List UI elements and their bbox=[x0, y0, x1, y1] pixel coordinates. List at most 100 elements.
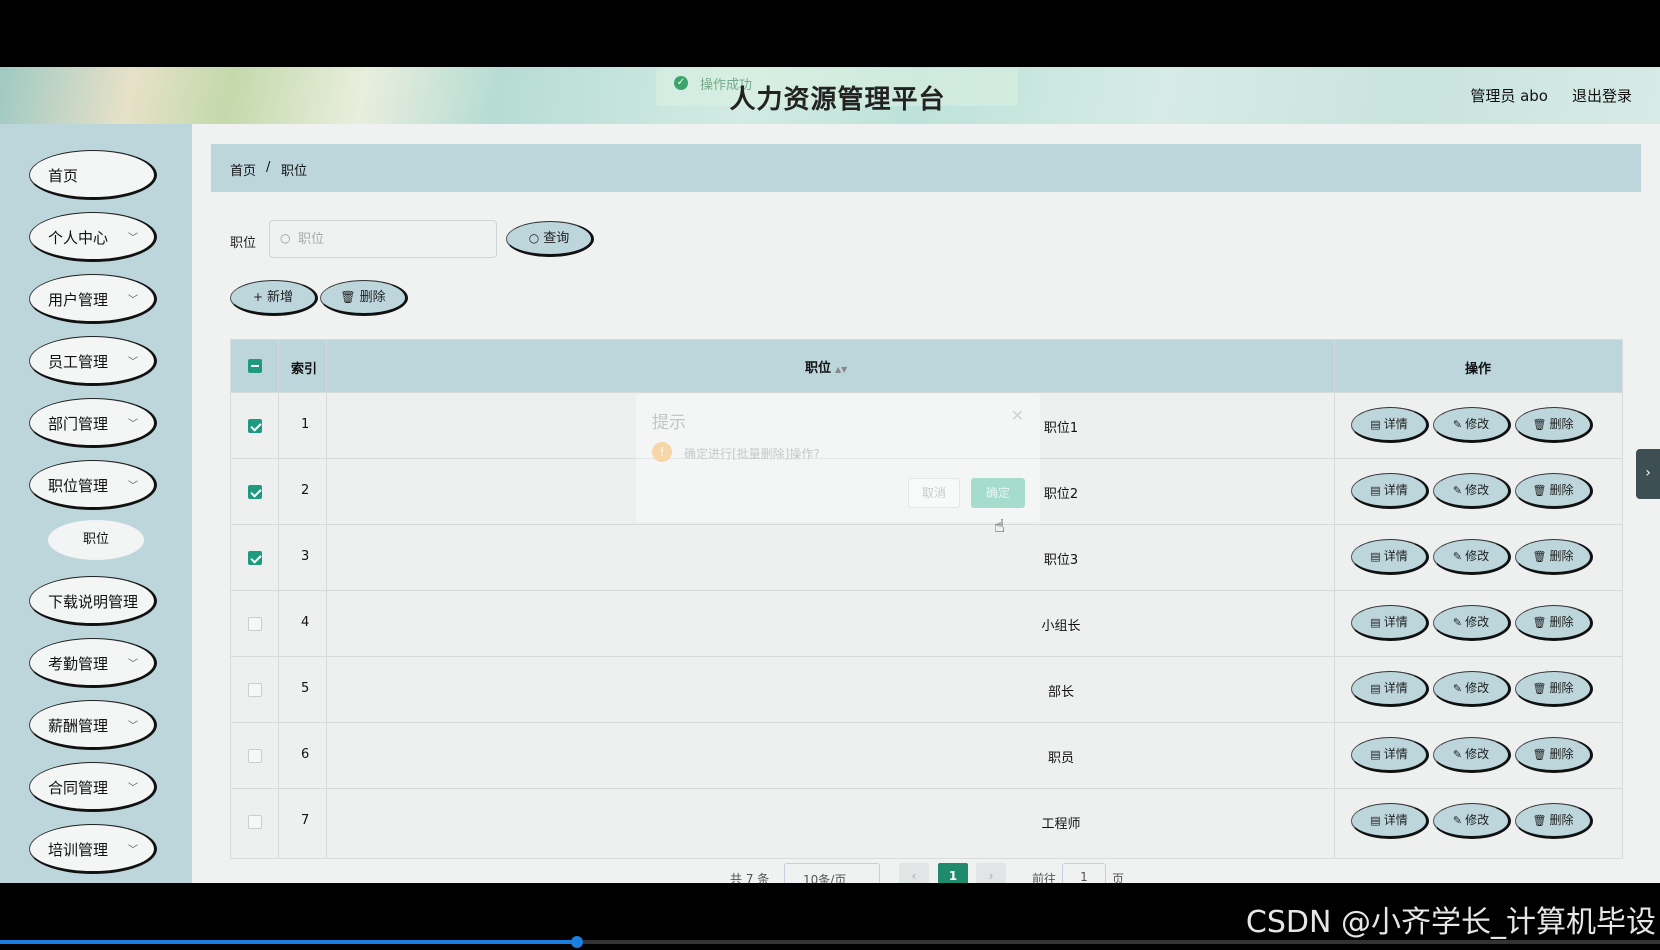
sidebar-subitem-position[interactable]: 职位 bbox=[48, 520, 144, 560]
row-index: 6 bbox=[301, 747, 310, 762]
chevron-down-icon: ﹀ bbox=[128, 419, 138, 430]
page-size-select[interactable]: 10条/页 bbox=[784, 863, 880, 883]
edit-button[interactable]: ✎ 修改 bbox=[1433, 737, 1511, 773]
select-all-checkbox[interactable] bbox=[248, 359, 262, 373]
delete-button[interactable]: 🗑 删除 bbox=[1515, 671, 1593, 707]
detail-button[interactable]: ▤ 详情 bbox=[1351, 407, 1429, 443]
sidebar-item-positions[interactable]: 职位管理 ﹀ bbox=[29, 460, 157, 510]
detail-label: 详情 bbox=[1383, 549, 1408, 563]
goto-label: 前往 bbox=[1032, 872, 1057, 883]
goto-page-input[interactable]: 1 bbox=[1062, 863, 1106, 883]
confirm-dialog: 提示 ✕ ! 确定进行[批量删除]操作? 取消 确定 bbox=[636, 394, 1040, 522]
sidebar-item-label: 培训管理 bbox=[48, 841, 109, 859]
sidebar-item-label: 用户管理 bbox=[48, 291, 109, 309]
detail-label: 详情 bbox=[1383, 615, 1408, 629]
edit-button[interactable]: ✎ 修改 bbox=[1433, 671, 1511, 707]
delete-button[interactable]: 🗑 删除 bbox=[1515, 737, 1593, 773]
header-position[interactable]: 职位 ▲▼ bbox=[805, 357, 847, 376]
chevron-down-icon: ﹀ bbox=[128, 721, 138, 732]
trash-icon: 🗑 bbox=[1532, 814, 1547, 827]
video-progress-knob[interactable] bbox=[571, 936, 583, 948]
close-icon[interactable]: ✕ bbox=[1011, 406, 1024, 425]
delete-label: 删除 bbox=[1549, 483, 1574, 497]
detail-button[interactable]: ▤ 详情 bbox=[1351, 539, 1429, 575]
header-index: 索引 bbox=[291, 362, 318, 377]
dialog-confirm-button[interactable]: 确定 bbox=[971, 478, 1025, 508]
sidebar-item-attendance[interactable]: 考勤管理 ﹀ bbox=[29, 638, 157, 688]
sidebar-item-departments[interactable]: 部门管理 ﹀ bbox=[29, 398, 157, 448]
row-checkbox[interactable] bbox=[248, 683, 262, 697]
delete-button[interactable]: 🗑 删除 bbox=[1515, 803, 1593, 839]
delete-label: 删除 bbox=[1549, 813, 1574, 827]
sort-icon[interactable]: ▲▼ bbox=[835, 365, 847, 374]
prev-page-button[interactable]: ‹ bbox=[899, 863, 929, 883]
breadcrumb-separator: / bbox=[266, 160, 271, 175]
edit-label: 修改 bbox=[1465, 681, 1490, 695]
query-button[interactable]: ○ 查询 bbox=[506, 221, 594, 257]
delete-button[interactable]: 🗑 删除 bbox=[1515, 473, 1593, 509]
table-row: 5 部长 ▤ 详情 ✎ 修改 🗑 删除 bbox=[231, 656, 1622, 722]
trash-icon: 🗑 bbox=[1532, 682, 1547, 695]
video-bottom-bar: CSDN @小齐学长_计算机毕设 bbox=[0, 883, 1660, 950]
delete-button[interactable]: 🗑 删除 bbox=[1515, 407, 1593, 443]
edit-button[interactable]: ✎ 修改 bbox=[1433, 473, 1511, 509]
detail-label: 详情 bbox=[1383, 681, 1408, 695]
add-button[interactable]: + 新增 bbox=[230, 280, 318, 316]
sidebar-item-downloads[interactable]: 下载说明管理 bbox=[29, 576, 157, 626]
detail-button[interactable]: ▤ 详情 bbox=[1351, 473, 1429, 509]
page-size-value: 10条/页 bbox=[803, 873, 847, 883]
edit-button[interactable]: ✎ 修改 bbox=[1433, 605, 1511, 641]
pencil-icon: ✎ bbox=[1452, 616, 1463, 629]
pencil-icon: ✎ bbox=[1452, 418, 1463, 431]
row-checkbox[interactable] bbox=[248, 551, 262, 565]
breadcrumb-home[interactable]: 首页 bbox=[230, 160, 256, 179]
next-page-button[interactable]: › bbox=[976, 863, 1006, 883]
sidebar-item-label: 下载说明管理 bbox=[48, 593, 139, 611]
trash-icon: 🗑 bbox=[1532, 748, 1547, 761]
sidebar-item-users[interactable]: 用户管理 ﹀ bbox=[29, 274, 157, 324]
chevron-right-icon[interactable]: › bbox=[1636, 449, 1660, 499]
detail-button[interactable]: ▤ 详情 bbox=[1351, 737, 1429, 773]
logout-link[interactable]: 退出登录 bbox=[1572, 85, 1632, 106]
search-icon: ○ bbox=[280, 231, 291, 245]
sidebar-item-salary[interactable]: 薪酬管理 ﹀ bbox=[29, 700, 157, 750]
edit-button[interactable]: ✎ 修改 bbox=[1433, 539, 1511, 575]
edit-button[interactable]: ✎ 修改 bbox=[1433, 803, 1511, 839]
page-label: 页 bbox=[1112, 872, 1125, 883]
row-checkbox[interactable] bbox=[248, 749, 262, 763]
video-progress-bar[interactable] bbox=[0, 936, 1660, 948]
row-checkbox[interactable] bbox=[248, 815, 262, 829]
sidebar-item-contracts[interactable]: 合同管理 ﹀ bbox=[29, 762, 157, 812]
batch-delete-button[interactable]: 🗑 删除 bbox=[320, 280, 408, 316]
warning-icon: ! bbox=[652, 442, 672, 462]
detail-button[interactable]: ▤ 详情 bbox=[1351, 605, 1429, 641]
sidebar-item-profile[interactable]: 个人中心 ﹀ bbox=[29, 212, 157, 262]
search-label: 职位 bbox=[230, 236, 257, 251]
sidebar-item-employees[interactable]: 员工管理 ﹀ bbox=[29, 336, 157, 386]
search-field[interactable]: ○ bbox=[269, 220, 497, 258]
row-checkbox[interactable] bbox=[248, 485, 262, 499]
hand-cursor-icon: ☝ bbox=[994, 516, 1005, 537]
video-progress-fill bbox=[0, 940, 578, 944]
row-checkbox[interactable] bbox=[248, 419, 262, 433]
search-input[interactable] bbox=[298, 229, 488, 249]
trash-icon: 🗑 bbox=[1532, 616, 1547, 629]
header-ops: 操作 bbox=[1465, 362, 1492, 377]
table-row: 7 工程师 ▤ 详情 ✎ 修改 🗑 删除 bbox=[231, 788, 1622, 854]
current-page[interactable]: 1 bbox=[938, 863, 968, 883]
row-checkbox[interactable] bbox=[248, 617, 262, 631]
dialog-cancel-button[interactable]: 取消 bbox=[908, 478, 960, 508]
detail-button[interactable]: ▤ 详情 bbox=[1351, 803, 1429, 839]
delete-button[interactable]: 🗑 删除 bbox=[1515, 605, 1593, 641]
delete-label: 删除 bbox=[1549, 417, 1574, 431]
delete-button[interactable]: 🗑 删除 bbox=[1515, 539, 1593, 575]
edit-button[interactable]: ✎ 修改 bbox=[1433, 407, 1511, 443]
trash-icon: 🗑 bbox=[340, 290, 356, 304]
document-icon: ▤ bbox=[1370, 484, 1381, 497]
detail-button[interactable]: ▤ 详情 bbox=[1351, 671, 1429, 707]
document-icon: ▤ bbox=[1370, 616, 1381, 629]
sidebar-item-home[interactable]: 首页 bbox=[29, 150, 157, 200]
row-index: 4 bbox=[301, 615, 310, 630]
sidebar-item-label: 考勤管理 bbox=[48, 655, 109, 673]
document-icon: ▤ bbox=[1370, 814, 1381, 827]
